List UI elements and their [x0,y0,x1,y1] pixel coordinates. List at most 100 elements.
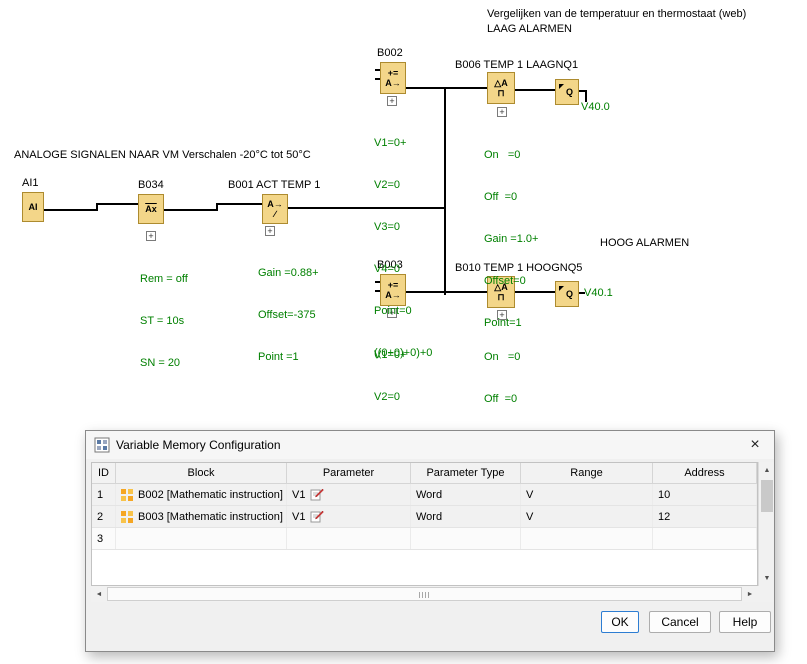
column-header-block[interactable]: Block [116,463,287,483]
param-line: Offset=0 [484,274,538,288]
table-header: ID Block Parameter Parameter Type Range … [92,463,757,484]
cell-id[interactable]: 1 [92,484,116,505]
param-line: On =0 [484,148,538,162]
application-window: Vergelijken van de temperatuur en thermo… [0,0,807,664]
block-output-q-top[interactable]: Q [555,79,579,105]
param-line: Gain =1.0+ [484,232,538,246]
wire [96,203,138,205]
flag-icon [559,286,564,291]
cell-range[interactable]: V [521,506,653,527]
cell-parameter-type[interactable]: Word [411,506,521,527]
horizontal-scrollbar[interactable]: ◄ ► [91,586,758,602]
cell-parameter[interactable]: V1 [287,506,411,527]
edit-icon[interactable] [310,488,324,501]
ok-button[interactable]: OK [601,611,639,633]
cell-block[interactable] [116,528,287,549]
vertical-scrollbar-thumb[interactable] [761,480,773,512]
table-row[interactable]: 1 B002 [Mathematic instruction] V1 [92,484,757,506]
block-label-b002: B002 [377,47,403,59]
param-line: V1=0+ [374,348,432,362]
q-symbol: Q [566,289,573,299]
params-b001: Gain =0.88+ Offset=-375 Point =1 [258,238,319,392]
block-label-ai1: AI1 [22,177,39,189]
param-line: Gain =0.88+ [258,266,319,280]
wire [164,209,218,211]
scroll-up-icon[interactable]: ▲ [759,462,775,478]
column-header-address[interactable]: Address [653,463,757,483]
column-header-parameter-type[interactable]: Parameter Type [411,463,521,483]
block-label-b006: B006 TEMP 1 LAAGNQ1 [455,59,578,71]
comment-top-line1: Vergelijken van de temperatuur en thermo… [487,8,746,20]
edit-icon[interactable] [310,510,324,523]
cell-id[interactable]: 2 [92,506,116,527]
block-label-b001: B001 ACT TEMP 1 [228,179,320,191]
wire [216,203,262,205]
cancel-button[interactable]: Cancel [649,611,711,633]
analog-filter-symbol: Ax [145,204,157,214]
param-line: ST = 10s [140,314,188,328]
cell-block[interactable]: B002 [Mathematic instruction] [116,484,287,505]
param-line: Off =0 [484,190,538,204]
column-header-range[interactable]: Range [521,463,653,483]
block-label-b034: B034 [138,179,164,191]
q-symbol: Q [566,87,573,97]
column-header-parameter[interactable]: Parameter [287,463,411,483]
scroll-left-icon[interactable]: ◄ [91,586,107,602]
param-line: Point=0 [374,304,432,318]
vm-table: ID Block Parameter Parameter Type Range … [91,462,758,586]
dialog-icon [94,437,110,453]
cell-parameter-type[interactable]: Word [411,484,521,505]
cell-parameter-type[interactable] [411,528,521,549]
dialog-titlebar[interactable]: Variable Memory Configuration × [86,431,774,459]
block-cell-text: B002 [Mathematic instruction] [138,489,283,501]
block-icon [121,489,133,501]
vertical-scrollbar[interactable]: ▲ ▼ [758,462,774,586]
cell-id[interactable]: 3 [92,528,116,549]
expand-icon[interactable]: + [387,96,397,106]
cell-parameter[interactable] [287,528,411,549]
param-line: V3=0 [374,220,432,234]
comment-analoge-signalen: ANALOGE SIGNALEN NAAR VM Verschalen -20°… [14,149,311,161]
table-row[interactable]: 3 [92,528,757,550]
math-symbol-bottom: A→ [385,78,401,88]
cell-range[interactable] [521,528,653,549]
scroll-down-icon[interactable]: ▼ [759,570,775,586]
scrollbar-corner [758,586,774,602]
param-line: V2=0 [374,390,432,404]
expand-icon[interactable]: + [497,107,507,117]
cell-parameter[interactable]: V1 [287,484,411,505]
cell-range[interactable]: V [521,484,653,505]
block-b034[interactable]: Ax [138,194,164,224]
help-button[interactable]: Help [719,611,771,633]
parameter-cell-text: V1 [292,489,305,501]
flag-icon [559,84,564,89]
math-symbol-top: += [388,68,399,78]
expand-icon[interactable]: + [265,226,275,236]
wire [406,87,487,89]
block-ai1[interactable]: AI [22,192,44,222]
cell-address[interactable]: 12 [653,506,757,527]
param-line: V1=0+ [374,136,432,150]
cell-block[interactable]: B003 [Mathematic instruction] [116,506,287,527]
column-header-id[interactable]: ID [92,463,116,483]
cell-address[interactable] [653,528,757,549]
block-b001[interactable]: A→ ∕ [262,194,288,224]
param-line: Rem = off [140,272,188,286]
close-icon[interactable]: × [736,431,774,459]
block-b002[interactable]: += A→ [380,62,406,94]
scroll-right-icon[interactable]: ► [742,586,758,602]
dialog-title: Variable Memory Configuration [116,438,281,452]
param-line: Offset=-375 [258,308,319,322]
block-output-q-bottom[interactable]: Q [555,281,579,307]
cell-address[interactable]: 10 [653,484,757,505]
scrollbar-grip [419,592,431,598]
amplifier-symbol-bottom: ∕ [274,209,276,219]
expand-icon[interactable]: + [146,231,156,241]
block-b006[interactable]: △A ⊓ [487,72,515,104]
ai-symbol: AI [29,202,38,212]
param-line: Point =1 [258,350,319,364]
table-row[interactable]: 2 B003 [Mathematic instruction] V1 [92,506,757,528]
horizontal-scrollbar-thumb[interactable] [107,587,742,601]
params-b034: Rem = off ST = 10s SN = 20 [140,244,188,398]
param-line: Off =0 [484,392,538,406]
